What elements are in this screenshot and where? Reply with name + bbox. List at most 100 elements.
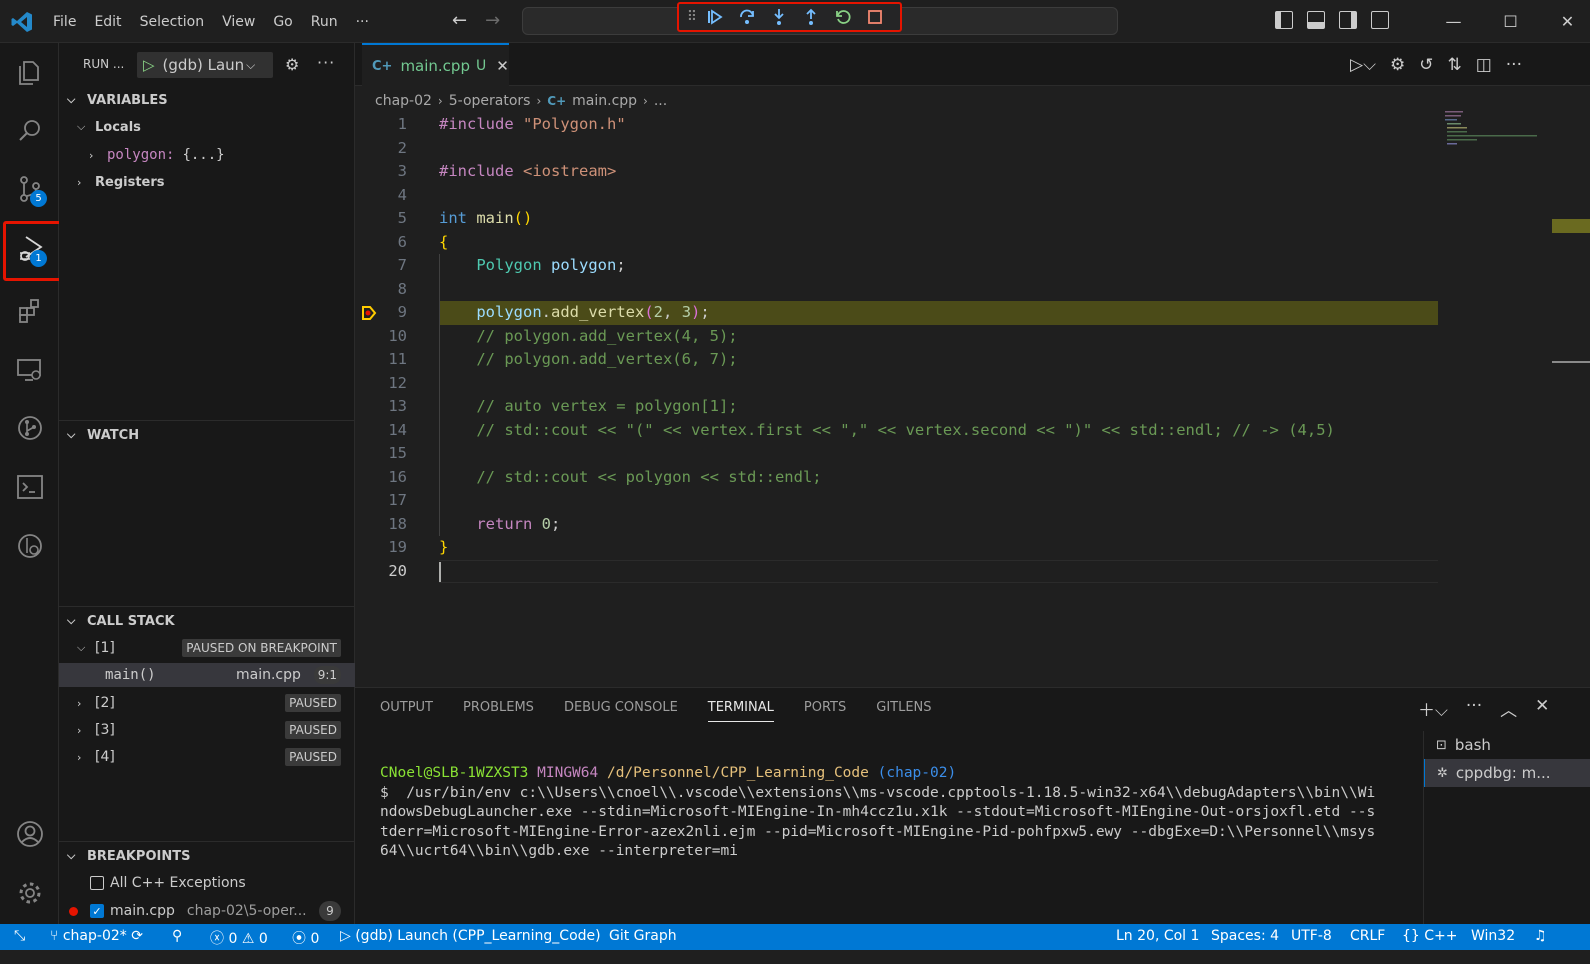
step-over-icon[interactable] bbox=[731, 4, 763, 30]
language-mode[interactable]: {} C++ bbox=[1402, 928, 1458, 944]
close-tab-icon[interactable]: ✕ bbox=[496, 57, 509, 75]
restart-icon[interactable] bbox=[827, 4, 859, 30]
registers-scope[interactable]: › Registers bbox=[59, 170, 355, 194]
toggle-panel-icon[interactable] bbox=[1307, 11, 1325, 29]
code-line[interactable]: 5 int main() bbox=[355, 207, 1590, 231]
remote-indicator-icon[interactable]: ⤡ bbox=[14, 928, 25, 944]
tab-problems[interactable]: PROBLEMS bbox=[463, 700, 534, 722]
manage-gear-icon[interactable] bbox=[0, 869, 59, 917]
step-out-icon[interactable] bbox=[795, 4, 827, 30]
variable-polygon[interactable]: › polygon: {...} bbox=[59, 143, 355, 167]
gitlens-icon[interactable] bbox=[0, 522, 59, 570]
maximize-icon[interactable]: ☐ bbox=[1482, 12, 1539, 31]
code-line[interactable]: 11 // polygon.add_vertex(6, 7); bbox=[355, 348, 1590, 372]
variables-section-header[interactable]: ⌵ VARIABLES bbox=[59, 88, 355, 112]
indentation[interactable]: Spaces: 4 bbox=[1211, 928, 1279, 944]
breadcrumb-item[interactable]: 5-operators bbox=[449, 93, 531, 109]
settings-gear-icon[interactable]: ⚙ bbox=[1390, 55, 1405, 75]
close-panel-icon[interactable]: ✕ bbox=[1535, 696, 1549, 721]
breakpoint-all-exceptions[interactable]: All C++ Exceptions bbox=[59, 871, 355, 895]
menu-go[interactable]: Go bbox=[264, 14, 301, 30]
debug-config-status[interactable]: ▷ (gdb) Launch (CPP_Learning_Code) bbox=[340, 928, 601, 944]
menu-run[interactable]: Run bbox=[302, 14, 347, 30]
back-arrow-icon[interactable]: ← bbox=[452, 10, 467, 31]
platform[interactable]: Win32 bbox=[1471, 928, 1515, 944]
ports-status[interactable]: ⦿ 0 bbox=[292, 928, 319, 948]
open-launch-json-gear-icon[interactable]: ⚙ bbox=[285, 55, 299, 74]
minimap[interactable] bbox=[1443, 109, 1553, 149]
code-line[interactable]: 9 polygon.add_vertex(2, 3); bbox=[355, 301, 1590, 325]
exceptions-checkbox[interactable] bbox=[90, 876, 104, 890]
code-line[interactable]: 17 bbox=[355, 489, 1590, 513]
code-line[interactable]: 18 return 0; bbox=[355, 513, 1590, 537]
terminal-item-bash[interactable]: ⊡ bash bbox=[1424, 731, 1590, 759]
more-actions-icon[interactable]: ··· bbox=[317, 53, 335, 72]
breadcrumb-item[interactable]: main.cpp bbox=[572, 93, 637, 109]
thread-4[interactable]: › [4] PAUSED bbox=[59, 745, 355, 769]
code-line[interactable]: 14 // std::cout << "(" << vertex.first <… bbox=[355, 419, 1590, 443]
search-icon[interactable] bbox=[0, 107, 59, 155]
stop-icon[interactable] bbox=[859, 4, 891, 30]
code-line[interactable]: 8 bbox=[355, 278, 1590, 302]
more-actions-icon[interactable]: ··· bbox=[1466, 696, 1482, 721]
locals-scope[interactable]: ⌵ Locals bbox=[59, 115, 355, 139]
thread-3[interactable]: › [3] PAUSED bbox=[59, 718, 355, 742]
tab-output[interactable]: OUTPUT bbox=[380, 700, 433, 722]
watch-section-header[interactable]: ⌵ WATCH bbox=[59, 423, 355, 447]
explorer-icon[interactable] bbox=[0, 49, 59, 97]
cursor-position[interactable]: Ln 20, Col 1 bbox=[1116, 928, 1199, 944]
start-debugging-icon[interactable]: ▷ bbox=[143, 56, 155, 74]
new-terminal-icon[interactable]: ＋⌵ bbox=[1418, 696, 1448, 721]
terminal-item-cppdbg[interactable]: ✲ cppdbg: m... bbox=[1424, 759, 1590, 787]
git-graph-icon[interactable] bbox=[0, 404, 59, 452]
code-line[interactable]: 20 bbox=[355, 559, 1590, 583]
source-control-icon[interactable]: 5 bbox=[0, 165, 59, 213]
code-line[interactable]: 1 #include "Polygon.h" bbox=[355, 113, 1590, 137]
code-line[interactable]: 2 bbox=[355, 137, 1590, 161]
breakpoint-main-cpp[interactable]: ✓ main.cpp chap-02\5-oper... 9 bbox=[59, 899, 355, 923]
menu-file[interactable]: File bbox=[44, 14, 85, 30]
more-actions-icon[interactable]: ··· bbox=[1506, 55, 1522, 75]
call-stack-section-header[interactable]: ⌵ CALL STACK bbox=[59, 609, 355, 633]
code-line[interactable]: 15 bbox=[355, 442, 1590, 466]
menu-more[interactable]: ··· bbox=[347, 14, 378, 30]
git-graph-status[interactable]: Git Graph bbox=[609, 928, 677, 944]
menu-edit[interactable]: Edit bbox=[85, 14, 130, 30]
terminal-output[interactable]: CNoel@SLB-1WZXST3 MINGW64 /d/Personnel/C… bbox=[380, 764, 1400, 862]
drag-handle-icon[interactable]: ⠿ bbox=[685, 4, 699, 30]
extensions-icon[interactable] bbox=[0, 287, 59, 335]
code-line[interactable]: 6{ bbox=[355, 231, 1590, 255]
customize-layout-icon[interactable] bbox=[1371, 11, 1389, 29]
toggle-primary-sidebar-icon[interactable] bbox=[1275, 11, 1293, 29]
maximize-panel-icon[interactable]: ︿ bbox=[1500, 696, 1517, 721]
git-status-icon[interactable]: ⚲ bbox=[172, 928, 182, 944]
breadcrumb-item[interactable]: ... bbox=[654, 93, 667, 109]
tab-main-cpp[interactable]: C+ main.cpp U ✕ bbox=[362, 43, 509, 87]
accounts-icon[interactable] bbox=[0, 810, 59, 858]
problems-status[interactable]: ⓧ 0 ⚠ 0 bbox=[210, 928, 268, 948]
run-debug-dropdown-icon[interactable]: ▷⌵ bbox=[1350, 55, 1376, 75]
close-window-icon[interactable]: ✕ bbox=[1539, 12, 1590, 31]
timeline-history-icon[interactable]: ↺ bbox=[1419, 55, 1433, 75]
notifications-bell-icon[interactable]: ♫ bbox=[1534, 928, 1547, 944]
encoding[interactable]: UTF-8 bbox=[1291, 928, 1332, 944]
tab-ports[interactable]: PORTS bbox=[804, 700, 846, 722]
breakpoints-section-header[interactable]: ⌵ BREAKPOINTS bbox=[59, 844, 355, 868]
tab-debug-console[interactable]: DEBUG CONSOLE bbox=[564, 700, 678, 722]
compare-changes-icon[interactable]: ⇅ bbox=[1447, 55, 1461, 75]
remote-explorer-icon[interactable] bbox=[0, 346, 59, 394]
menu-view[interactable]: View bbox=[213, 14, 264, 30]
code-line[interactable]: 7 Polygon polygon; bbox=[355, 254, 1590, 278]
breadcrumb-item[interactable]: chap-02 bbox=[375, 93, 432, 109]
thread-1[interactable]: ⌵ [1] PAUSED ON BREAKPOINT bbox=[59, 636, 355, 660]
breakpoint-checkbox[interactable]: ✓ bbox=[90, 904, 104, 918]
split-editor-icon[interactable]: ◫ bbox=[1476, 55, 1492, 75]
forward-arrow-icon[interactable]: → bbox=[485, 10, 500, 31]
line-ending[interactable]: CRLF bbox=[1350, 928, 1385, 944]
code-line[interactable]: 12 bbox=[355, 372, 1590, 396]
thread-2[interactable]: › [2] PAUSED bbox=[59, 691, 355, 715]
code-line[interactable]: 16 // std::cout << polygon << std::endl; bbox=[355, 466, 1590, 490]
menu-selection[interactable]: Selection bbox=[131, 14, 214, 30]
step-into-icon[interactable] bbox=[763, 4, 795, 30]
code-line[interactable]: 4 bbox=[355, 184, 1590, 208]
